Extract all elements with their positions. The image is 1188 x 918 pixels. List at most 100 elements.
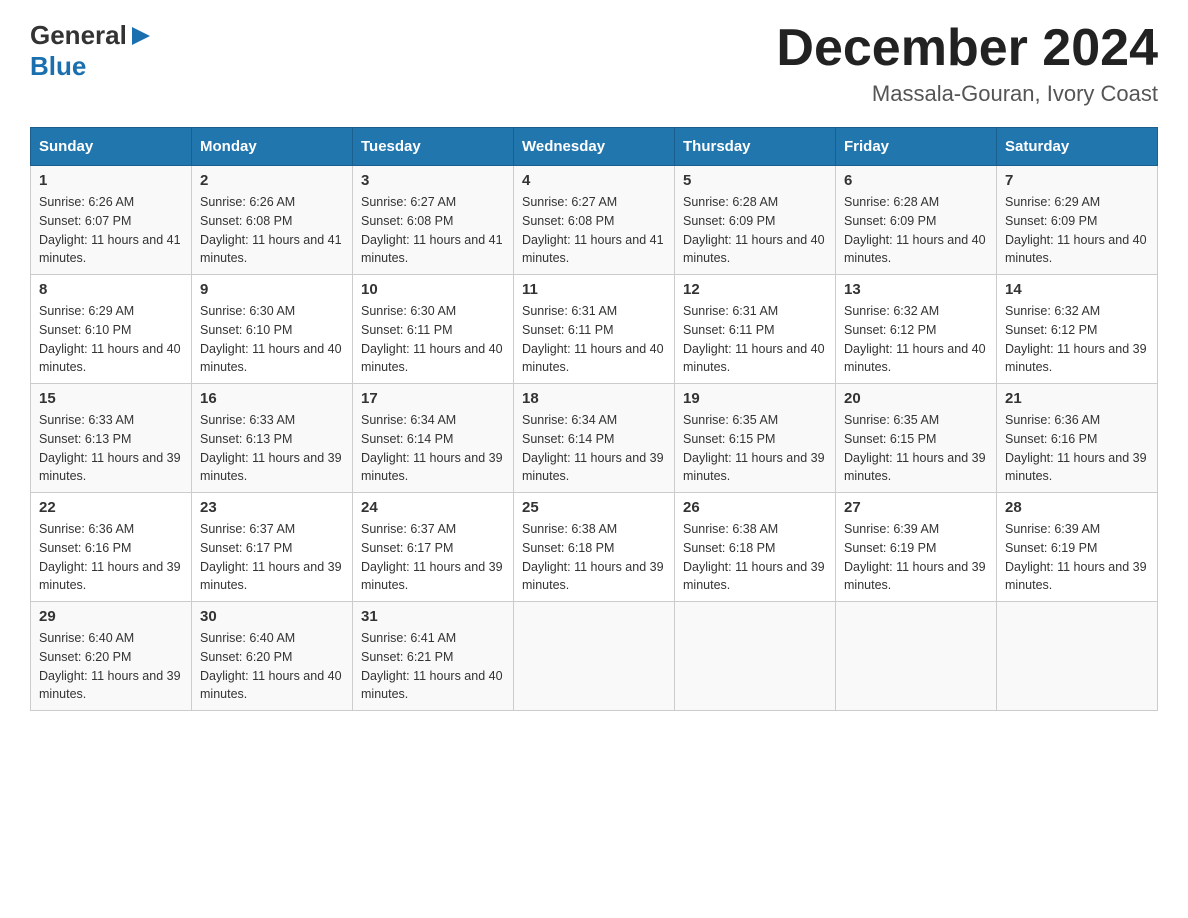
calendar-cell: 13 Sunrise: 6:32 AMSunset: 6:12 PMDayligh… [836, 275, 997, 384]
calendar-table: SundayMondayTuesdayWednesdayThursdayFrid… [30, 127, 1158, 711]
day-info: Sunrise: 6:39 AMSunset: 6:19 PMDaylight:… [844, 520, 988, 595]
calendar-cell: 9 Sunrise: 6:30 AMSunset: 6:10 PMDaylight… [192, 275, 353, 384]
day-info: Sunrise: 6:29 AMSunset: 6:10 PMDaylight:… [39, 302, 183, 377]
page-header: General Blue December 2024 Massala-Goura… [30, 20, 1158, 107]
title-area: December 2024 Massala-Gouran, Ivory Coas… [776, 20, 1158, 107]
header-cell-wednesday: Wednesday [514, 128, 675, 166]
header-row: SundayMondayTuesdayWednesdayThursdayFrid… [31, 128, 1158, 166]
calendar-cell: 6Sunrise: 6:28 AMSunset: 6:09 PMDaylight… [836, 166, 997, 275]
day-info: Sunrise: 6:41 AMSunset: 6:21 PMDaylight:… [361, 629, 505, 704]
day-info: Sunrise: 6:27 AMSunset: 6:08 PMDaylight:… [522, 193, 666, 268]
day-info: Sunrise: 6:35 AMSunset: 6:15 PMDaylight:… [844, 411, 988, 486]
location-subtitle: Massala-Gouran, Ivory Coast [776, 81, 1158, 107]
day-info: Sunrise: 6:28 AMSunset: 6:09 PMDaylight:… [683, 193, 827, 268]
calendar-cell: 4 Sunrise: 6:27 AMSunset: 6:08 PMDaylight… [514, 166, 675, 275]
calendar-cell: 7Sunrise: 6:29 AMSunset: 6:09 PMDaylight… [997, 166, 1158, 275]
day-info: Sunrise: 6:27 AMSunset: 6:08 PMDaylight:… [361, 193, 505, 268]
day-info: Sunrise: 6:39 AMSunset: 6:19 PMDaylight:… [1005, 520, 1149, 595]
day-number: 2 [200, 172, 344, 189]
calendar-cell: 30 Sunrise: 6:40 AMSunset: 6:20 PMDayligh… [192, 602, 353, 711]
calendar-cell: 22 Sunrise: 6:36 AMSunset: 6:16 PMDayligh… [31, 493, 192, 602]
calendar-cell: 18Sunrise: 6:34 AMSunset: 6:14 PMDayligh… [514, 384, 675, 493]
day-number: 27 [844, 499, 988, 516]
day-number: 25 [522, 499, 666, 516]
day-number: 3 [361, 172, 505, 189]
calendar-cell: 3 Sunrise: 6:27 AMSunset: 6:08 PMDaylight… [353, 166, 514, 275]
day-info: Sunrise: 6:38 AMSunset: 6:18 PMDaylight:… [683, 520, 827, 595]
calendar-cell: 31 Sunrise: 6:41 AMSunset: 6:21 PMDayligh… [353, 602, 514, 711]
day-number: 28 [1005, 499, 1149, 516]
calendar-cell [514, 602, 675, 711]
logo-general-text: General [30, 20, 127, 51]
calendar-cell: 11Sunrise: 6:31 AMSunset: 6:11 PMDayligh… [514, 275, 675, 384]
calendar-cell: 29 Sunrise: 6:40 AMSunset: 6:20 PMDayligh… [31, 602, 192, 711]
day-info: Sunrise: 6:38 AMSunset: 6:18 PMDaylight:… [522, 520, 666, 595]
day-info: Sunrise: 6:40 AMSunset: 6:20 PMDaylight:… [200, 629, 344, 704]
day-info: Sunrise: 6:26 AMSunset: 6:07 PMDaylight:… [39, 193, 183, 268]
week-row-2: 8Sunrise: 6:29 AMSunset: 6:10 PMDaylight… [31, 275, 1158, 384]
calendar-cell: 25 Sunrise: 6:38 AMSunset: 6:18 PMDayligh… [514, 493, 675, 602]
week-row-1: 1 Sunrise: 6:26 AMSunset: 6:07 PMDaylight… [31, 166, 1158, 275]
day-number: 24 [361, 499, 505, 516]
calendar-cell: 23 Sunrise: 6:37 AMSunset: 6:17 PMDayligh… [192, 493, 353, 602]
calendar-cell: 27 Sunrise: 6:39 AMSunset: 6:19 PMDayligh… [836, 493, 997, 602]
day-number: 5 [683, 172, 827, 189]
day-info: Sunrise: 6:34 AMSunset: 6:14 PMDaylight:… [361, 411, 505, 486]
day-number: 13 [844, 281, 988, 298]
header-cell-friday: Friday [836, 128, 997, 166]
header-cell-saturday: Saturday [997, 128, 1158, 166]
calendar-cell: 26Sunrise: 6:38 AMSunset: 6:18 PMDayligh… [675, 493, 836, 602]
day-number: 17 [361, 390, 505, 407]
day-info: Sunrise: 6:29 AMSunset: 6:09 PMDaylight:… [1005, 193, 1149, 268]
day-info: Sunrise: 6:37 AMSunset: 6:17 PMDaylight:… [361, 520, 505, 595]
day-info: Sunrise: 6:30 AMSunset: 6:11 PMDaylight:… [361, 302, 505, 377]
calendar-cell: 20 Sunrise: 6:35 AMSunset: 6:15 PMDayligh… [836, 384, 997, 493]
calendar-cell: 5 Sunrise: 6:28 AMSunset: 6:09 PMDaylight… [675, 166, 836, 275]
day-info: Sunrise: 6:37 AMSunset: 6:17 PMDaylight:… [200, 520, 344, 595]
day-number: 15 [39, 390, 183, 407]
calendar-cell [836, 602, 997, 711]
calendar-cell: 15Sunrise: 6:33 AMSunset: 6:13 PMDayligh… [31, 384, 192, 493]
calendar-cell: 21Sunrise: 6:36 AMSunset: 6:16 PMDayligh… [997, 384, 1158, 493]
day-info: Sunrise: 6:30 AMSunset: 6:10 PMDaylight:… [200, 302, 344, 377]
day-number: 10 [361, 281, 505, 298]
day-number: 20 [844, 390, 988, 407]
day-info: Sunrise: 6:33 AMSunset: 6:13 PMDaylight:… [200, 411, 344, 486]
day-info: Sunrise: 6:36 AMSunset: 6:16 PMDaylight:… [1005, 411, 1149, 486]
day-number: 4 [522, 172, 666, 189]
week-row-3: 15 Sunrise: 6:33 AMSunset: 6:13 PMDayligh… [31, 384, 1158, 493]
week-row-5: 29 Sunrise: 6:40 AMSunset: 6:20 PMDayligh… [31, 602, 1158, 711]
day-number: 23 [200, 499, 344, 516]
calendar-cell: 10 Sunrise: 6:30 AMSunset: 6:11 PMDayligh… [353, 275, 514, 384]
calendar-cell [675, 602, 836, 711]
week-row-4: 22 Sunrise: 6:36 AMSunset: 6:16 PMDayligh… [31, 493, 1158, 602]
calendar-body: 1 Sunrise: 6:26 AMSunset: 6:07 PMDaylight… [31, 166, 1158, 711]
month-title: December 2024 [776, 20, 1158, 77]
logo: General Blue [30, 20, 152, 82]
day-number: 19 [683, 390, 827, 407]
day-info: Sunrise: 6:40 AMSunset: 6:20 PMDaylight:… [39, 629, 183, 704]
day-info: Sunrise: 6:31 AMSunset: 6:11 PMDaylight:… [522, 302, 666, 377]
day-info: Sunrise: 6:32 AMSunset: 6:12 PMDaylight:… [844, 302, 988, 377]
day-number: 30 [200, 608, 344, 625]
header-cell-monday: Monday [192, 128, 353, 166]
day-number: 31 [361, 608, 505, 625]
calendar-cell: 24 Sunrise: 6:37 AMSunset: 6:17 PMDayligh… [353, 493, 514, 602]
calendar-cell: 12Sunrise: 6:31 AMSunset: 6:11 PMDayligh… [675, 275, 836, 384]
calendar-cell [997, 602, 1158, 711]
logo-blue-text: Blue [30, 51, 86, 82]
day-number: 16 [200, 390, 344, 407]
day-number: 6 [844, 172, 988, 189]
day-number: 1 [39, 172, 183, 189]
day-number: 14 [1005, 281, 1149, 298]
calendar-cell: 28 Sunrise: 6:39 AMSunset: 6:19 PMDayligh… [997, 493, 1158, 602]
day-info: Sunrise: 6:32 AMSunset: 6:12 PMDaylight:… [1005, 302, 1149, 377]
header-cell-sunday: Sunday [31, 128, 192, 166]
day-number: 29 [39, 608, 183, 625]
day-number: 9 [200, 281, 344, 298]
calendar-cell: 14 Sunrise: 6:32 AMSunset: 6:12 PMDayligh… [997, 275, 1158, 384]
day-info: Sunrise: 6:31 AMSunset: 6:11 PMDaylight:… [683, 302, 827, 377]
day-number: 22 [39, 499, 183, 516]
day-info: Sunrise: 6:36 AMSunset: 6:16 PMDaylight:… [39, 520, 183, 595]
calendar-cell: 2Sunrise: 6:26 AMSunset: 6:08 PMDaylight… [192, 166, 353, 275]
